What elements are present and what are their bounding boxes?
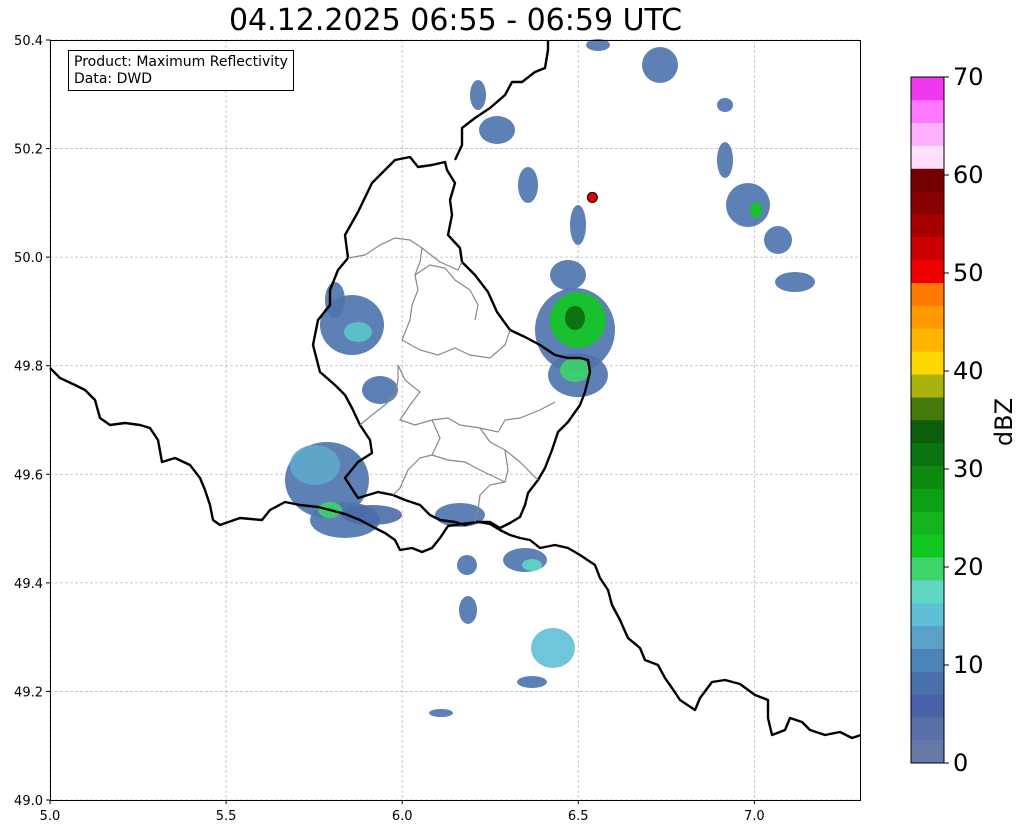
- colorbar-segment: [911, 168, 944, 192]
- colorbar-segment: [911, 328, 944, 352]
- y-tick-label: 50.2: [14, 143, 43, 158]
- france-border: [49, 367, 862, 740]
- radar-echo: [342, 505, 402, 525]
- radar-echo: [750, 202, 762, 218]
- colorbar-segment: [911, 77, 944, 101]
- colorbar-segment: [911, 259, 944, 284]
- colorbar-segment: [911, 534, 944, 558]
- location-marker: [586, 191, 598, 203]
- colorbar-segment: [911, 237, 944, 261]
- colorbar-segment: [911, 488, 944, 512]
- colorbar-tick-label: 10: [953, 651, 984, 679]
- radar-echo: [362, 376, 398, 404]
- colorbar: [910, 76, 945, 764]
- colorbar-tick-label: 20: [953, 553, 984, 581]
- colorbar-segment: [911, 465, 944, 489]
- radar-echo: [642, 47, 678, 83]
- radar-echoes: [285, 39, 815, 717]
- radar-echo: [479, 116, 515, 144]
- y-tick-label: 49.0: [14, 794, 43, 809]
- x-axis-ticks: 5.0 5.5 6.0 6.5 7.0: [40, 800, 765, 824]
- product-label: Product: Maximum Reflectivity: [74, 54, 288, 70]
- radar-echo: [570, 205, 586, 245]
- radar-echo: [470, 80, 486, 110]
- colorbar-tick-label: 0: [953, 749, 968, 777]
- colorbar-tick-label: 70: [953, 63, 984, 91]
- y-tick-label: 50.4: [14, 34, 43, 49]
- colorbar-label: dBZ: [990, 398, 1018, 446]
- radar-echo: [459, 596, 477, 624]
- radar-echo: [717, 98, 733, 112]
- colorbar-tick-label: 30: [953, 455, 984, 483]
- colorbar-segment: [911, 145, 944, 169]
- colorbar-segment: [911, 694, 944, 718]
- info-box: Product: Maximum Reflectivity Data: DWD: [68, 50, 294, 91]
- radar-echo: [457, 555, 477, 575]
- y-tick-label: 49.2: [14, 685, 43, 700]
- colorbar-segment: [911, 671, 944, 695]
- colorbar-segment: [911, 420, 944, 444]
- radar-echo: [517, 676, 547, 688]
- colorbar-segment: [911, 557, 944, 581]
- colorbar-segment: [911, 351, 944, 375]
- x-tick-label: 6.5: [568, 809, 589, 824]
- colorbar-segment: [911, 191, 944, 215]
- colorbar-segment: [911, 397, 944, 421]
- radar-echo: [717, 142, 733, 178]
- radar-echo: [565, 306, 585, 330]
- x-tick-label: 5.0: [40, 809, 61, 824]
- x-tick-label: 6.0: [392, 809, 413, 824]
- radar-echo: [726, 183, 770, 227]
- colorbar-segment: [911, 602, 944, 627]
- colorbar-segment: [911, 374, 944, 398]
- y-tick-label: 49.8: [14, 360, 43, 375]
- radar-echo: [325, 282, 345, 318]
- map-grid: [49, 39, 860, 801]
- colorbar-ticks: 0 10 20 30 40 50 60 70: [944, 63, 984, 777]
- colorbar-segment: [911, 625, 944, 649]
- radar-echo: [429, 709, 453, 717]
- colorbar-segment: [911, 99, 944, 124]
- radar-echo: [775, 272, 815, 292]
- colorbar-segment: [911, 282, 944, 306]
- colorbar-segment: [911, 511, 944, 535]
- colorbar-segment: [911, 214, 944, 238]
- y-tick-label: 49.6: [14, 468, 43, 483]
- map-frame: [50, 40, 861, 801]
- radar-echo: [550, 260, 586, 290]
- colorbar-segment: [911, 717, 944, 741]
- colorbar-segment: [911, 305, 944, 329]
- colorbar-tick-label: 40: [953, 357, 984, 385]
- x-tick-label: 5.5: [216, 809, 237, 824]
- data-source-label: Data: DWD: [74, 71, 152, 87]
- colorbar-segment: [911, 740, 944, 764]
- colorbar-tick-label: 50: [953, 259, 984, 287]
- radar-echo: [560, 358, 590, 382]
- colorbar-segment: [911, 648, 944, 672]
- y-tick-label: 50.0: [14, 251, 43, 266]
- colorbar-segment: [911, 442, 944, 467]
- colorbar-tick-label: 60: [953, 161, 984, 189]
- radar-echo: [290, 445, 340, 485]
- country-borders: [49, 40, 862, 740]
- x-tick-label: 7.0: [744, 809, 765, 824]
- colorbar-segment: [911, 122, 944, 146]
- radar-echo: [522, 559, 542, 571]
- radar-echo: [531, 628, 575, 668]
- colorbar-segment: [911, 580, 944, 604]
- radar-echo: [764, 226, 792, 254]
- radar-echo: [518, 167, 538, 203]
- y-tick-label: 49.4: [14, 577, 43, 592]
- radar-map: 5.0 5.5 6.0 6.5 7.0 49.0 49.2 49.4 49.6 49.8 50.0…: [14, 34, 1018, 824]
- y-axis-ticks: 49.0 49.2 49.4 49.6 49.8 50.0 50.2 50.4: [14, 34, 50, 809]
- radar-echo: [344, 322, 372, 342]
